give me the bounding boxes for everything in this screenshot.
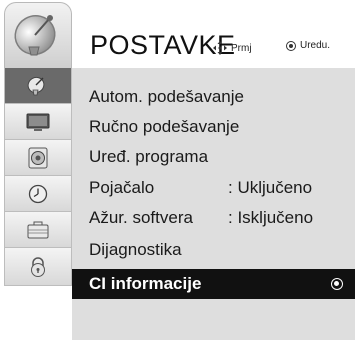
category-sidebar [4,68,72,340]
sidebar-item-time[interactable] [4,176,72,212]
sidebar-item-audio[interactable] [4,140,72,176]
header-satellite-tile [4,2,72,68]
suitcase-icon [27,221,49,238]
tv-screen-icon [26,113,50,131]
menu-item-program-edit[interactable]: Uređ. programa [72,142,355,172]
satellite-dish-icon [27,76,45,95]
settings-menu-screen: POSTAVKE Prmj Uredu. Autom. podešavanje … [0,0,359,342]
menu-item-label: Dijagnostika [89,240,182,259]
sidebar-item-picture[interactable] [4,104,72,140]
sidebar-item-lock[interactable] [4,248,72,286]
sidebar-item-channel[interactable] [4,68,72,104]
four-way-arrows-icon [213,41,227,55]
menu-item-ci-information[interactable]: CI informacije [72,269,355,299]
menu-item-software-update[interactable]: Ažur. softvera : Isključeno [72,203,355,233]
menu-item-label: Autom. podešavanje [89,87,244,106]
ok-button-icon [286,40,296,51]
settings-panel: Autom. podešavanje Ručno podešavanje Ure… [72,68,355,340]
menu-item-value: : Isključeno [228,208,314,227]
menu-item-manual-tuning[interactable]: Ručno podešavanje [72,112,355,142]
satellite-dish-icon [14,14,56,56]
menu-item-label: CI informacije [89,274,202,293]
menu-item-label: Uređ. programa [89,147,209,166]
ok-button-icon [331,278,343,290]
menu-item-diagnostics[interactable]: Dijagnostika [72,235,355,265]
menu-item-label: Pojačalo [89,178,155,197]
navigation-hint-label: Prmj [231,42,252,54]
speaker-icon [28,147,48,168]
sidebar-item-option[interactable] [4,212,72,248]
menu-item-value: : Uključeno [228,178,313,197]
padlock-icon [31,256,45,277]
clock-icon [28,184,48,203]
menu-item-label: Ručno podešavanje [89,117,240,136]
ok-hint-label: Uredu. [300,40,331,51]
ok-hint: Uredu. [286,40,330,51]
menu-item-booster[interactable]: Pojačalo : Uključeno [72,173,355,203]
navigation-hint: Prmj [212,40,252,56]
menu-item-label: Ažur. softvera [89,208,193,227]
menu-item-auto-tuning[interactable]: Autom. podešavanje [72,82,355,112]
